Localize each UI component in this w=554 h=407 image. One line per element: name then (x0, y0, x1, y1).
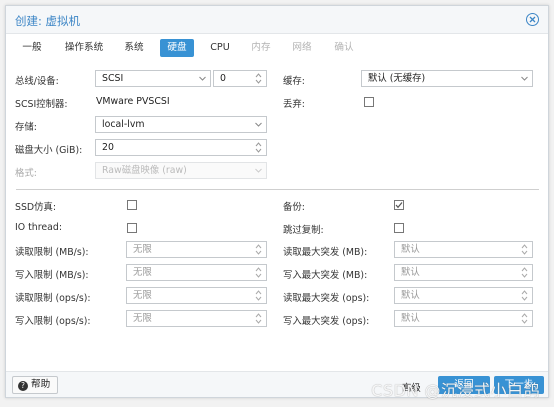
tab-disk[interactable]: 硬盘 (160, 39, 194, 57)
spinner-arrows-icon[interactable] (254, 288, 263, 303)
wizard-tabs: 一般 操作系统 系统 硬盘 CPU 内存 网络 确认 (6, 37, 548, 59)
cache-value: 默认 (无缓存) (368, 73, 426, 84)
read-burst-ops-placeholder: 默认 (401, 290, 420, 301)
read-limit-ops-input[interactable]: 无限 (126, 287, 267, 304)
spinner-arrows-icon[interactable] (254, 71, 263, 86)
disk-size-label: 磁盘大小 (GiB): (15, 145, 83, 156)
spinner-arrows-icon[interactable] (520, 242, 529, 257)
tab-network: 网络 (292, 42, 312, 53)
spinner-arrows-icon[interactable] (254, 311, 263, 326)
help-button[interactable]: ? 帮助 (12, 376, 59, 394)
help-button-label: 帮助 (31, 379, 51, 390)
watermark: CSDN @沉浸式小白鸽 (371, 381, 540, 400)
spinner-arrows-icon[interactable] (254, 265, 263, 280)
format-value: Raw磁盘映像 (raw) (102, 165, 187, 176)
create-vm-dialog: 创建: 虚拟机 一般 操作系统 系统 硬盘 CPU 内存 网络 确认 总线/设备… (5, 5, 549, 398)
write-limit-mb-label: 写入限制 (MB/s): (15, 270, 89, 281)
storage-select[interactable]: local-lvm (95, 116, 267, 133)
write-limit-mb-input[interactable]: 无限 (126, 264, 267, 281)
write-limit-ops-placeholder: 无限 (133, 313, 152, 324)
write-limit-mb-placeholder: 无限 (133, 267, 152, 278)
backup-checkbox[interactable] (394, 200, 404, 210)
cache-label: 缓存: (283, 76, 305, 87)
question-circle-icon: ? (18, 381, 28, 391)
format-label: 格式: (15, 168, 37, 179)
storage-label: 存储: (15, 122, 37, 133)
tab-cpu[interactable]: CPU (207, 39, 233, 57)
read-limit-mb-placeholder: 无限 (133, 244, 152, 255)
tab-os[interactable]: 操作系统 (61, 39, 107, 57)
chevron-down-icon (255, 168, 262, 173)
write-limit-ops-input[interactable]: 无限 (126, 310, 267, 327)
spinner-arrows-icon[interactable] (520, 288, 529, 303)
spinner-arrows-icon[interactable] (520, 311, 529, 326)
device-number-value: 0 (220, 73, 226, 84)
write-burst-mb-label: 写入最大突发 (MB): (283, 270, 368, 281)
tab-confirm: 确认 (334, 42, 354, 53)
read-burst-mb-placeholder: 默认 (401, 244, 420, 255)
io-thread-label: IO thread: (15, 222, 63, 233)
skip-replication-checkbox[interactable] (394, 223, 404, 233)
ssd-emulation-label: SSD仿真: (15, 202, 57, 213)
write-burst-mb-input[interactable]: 默认 (394, 264, 533, 281)
tab-system[interactable]: 系统 (121, 39, 147, 57)
read-burst-mb-input[interactable]: 默认 (394, 241, 533, 258)
tab-memory: 内存 (251, 42, 271, 53)
dialog-titlebar: 创建: 虚拟机 (6, 6, 548, 34)
read-burst-ops-input[interactable]: 默认 (394, 287, 533, 304)
read-limit-mb-label: 读取限制 (MB/s): (15, 247, 89, 258)
read-limit-mb-input[interactable]: 无限 (126, 241, 267, 258)
skip-replication-label: 跳过复制: (283, 225, 324, 236)
spinner-arrows-icon[interactable] (254, 140, 263, 155)
ssd-emulation-checkbox[interactable] (127, 200, 137, 210)
write-burst-mb-placeholder: 默认 (401, 267, 420, 278)
device-number-spinner[interactable]: 0 (213, 70, 267, 87)
read-limit-ops-label: 读取限制 (ops/s): (15, 293, 91, 304)
section-divider (16, 189, 539, 190)
spinner-arrows-icon[interactable] (520, 265, 529, 280)
disk-size-value: 20 (102, 142, 114, 153)
format-select: Raw磁盘映像 (raw) (95, 162, 267, 179)
storage-value: local-lvm (102, 119, 145, 130)
bus-select[interactable]: SCSI (95, 70, 211, 87)
io-thread-checkbox[interactable] (127, 223, 137, 233)
cache-select[interactable]: 默认 (无缓存) (361, 70, 533, 87)
checkmark-icon (395, 202, 403, 209)
tab-general[interactable]: 一般 (20, 39, 44, 57)
backup-label: 备份: (283, 202, 305, 213)
spinner-arrows-icon[interactable] (254, 242, 263, 257)
write-burst-ops-input[interactable]: 默认 (394, 310, 533, 327)
close-icon[interactable] (526, 13, 539, 26)
write-limit-ops-label: 写入限制 (ops/s): (15, 316, 91, 327)
read-limit-ops-placeholder: 无限 (133, 290, 152, 301)
chevron-down-icon (199, 76, 206, 81)
discard-label: 丢弃: (283, 99, 305, 110)
discard-checkbox[interactable] (364, 97, 374, 107)
chevron-down-icon (255, 122, 262, 127)
scsi-controller-label: SCSI控制器: (15, 99, 68, 110)
chevron-down-icon (521, 76, 528, 81)
disk-size-spinner[interactable]: 20 (95, 139, 267, 156)
dialog-title: 创建: 虚拟机 (15, 14, 81, 28)
bus-value: SCSI (102, 73, 124, 84)
bus-device-label: 总线/设备: (15, 76, 59, 87)
scsi-controller-value: VMware PVSCSI (96, 96, 170, 107)
read-burst-mb-label: 读取最大突发 (MB): (283, 247, 368, 258)
read-burst-ops-label: 读取最大突发 (ops): (283, 293, 370, 304)
write-burst-ops-placeholder: 默认 (401, 313, 420, 324)
write-burst-ops-label: 写入最大突发 (ops): (283, 316, 370, 327)
